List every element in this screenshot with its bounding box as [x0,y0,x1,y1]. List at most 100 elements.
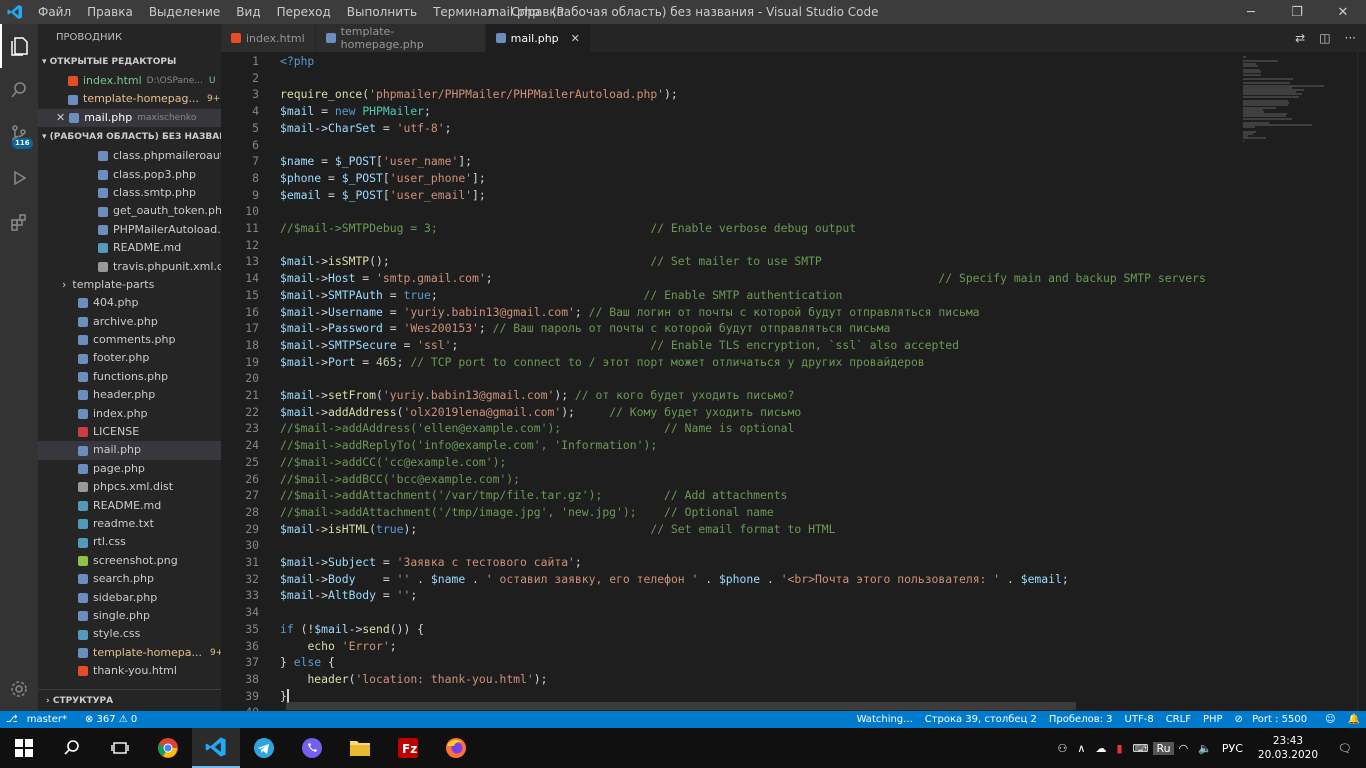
filezilla-icon[interactable]: Fz [384,728,432,768]
file-item[interactable]: screenshot.png [38,552,221,570]
workspace-header[interactable]: ▾ (РАБОЧАЯ ОБЛАСТЬ) БЕЗ НАЗВАН... [38,127,221,147]
explorer-icon[interactable] [0,24,38,68]
people-icon[interactable]: ⚇ [1053,742,1073,755]
file-item[interactable]: index.php [38,405,221,423]
more-actions-icon[interactable]: ··· [1345,31,1356,45]
file-item[interactable]: rtl.css [38,533,221,551]
wifi-icon[interactable]: ◠ [1174,742,1194,755]
file-item[interactable]: header.php [38,386,221,404]
file-item[interactable]: class.pop3.php [38,166,221,184]
encoding[interactable]: UTF-8 [1119,714,1160,725]
tab-mail-php[interactable]: mail.php ✕ [485,24,591,52]
file-item[interactable]: archive.php [38,313,221,331]
chrome-icon[interactable] [144,728,192,768]
language-mode[interactable]: PHP [1197,714,1229,725]
file-item[interactable]: single.php [38,607,221,625]
indentation[interactable]: Пробелов: 3 [1043,714,1119,725]
run-debug-icon[interactable] [0,156,38,200]
file-item[interactable]: mail.php [38,441,221,460]
horizontal-scrollbar[interactable] [286,702,1076,710]
code-line: 19 $mail->Port = 465; // TCP port to conn… [221,354,1235,371]
close-editor-icon[interactable]: ✕ [56,109,65,127]
file-item[interactable]: LICENSE [38,423,221,441]
volume-icon[interactable]: 🔈 [1193,742,1217,755]
menu-run[interactable]: Выполнить [339,0,425,24]
file-item[interactable]: comments.php [38,331,221,349]
folder-item[interactable]: › template-parts [38,276,221,294]
feedback-icon[interactable]: ☺ [1319,714,1341,725]
open-editor-item[interactable]: template-homepag... 9+ [38,90,221,108]
telegram-icon[interactable] [240,728,288,768]
minimap-line [1243,137,1267,140]
minimize-button[interactable]: ─ [1228,0,1274,24]
code-editor[interactable]: 1 <?php 2 3 require_once('phpmailer/PHPMaile… [221,52,1235,711]
menu-edit[interactable]: Правка [79,0,141,24]
file-item[interactable]: travis.phpunit.xml.dist [38,258,221,276]
file-item[interactable]: class.smtp.php [38,184,221,202]
line-number: 4 [252,104,259,119]
file-item[interactable]: functions.php [38,368,221,386]
vscode-taskbar-icon[interactable] [192,728,240,768]
branch-indicator[interactable]: ⎇ master* [0,714,79,725]
file-item[interactable]: readme.txt [38,515,221,533]
outline-header[interactable]: › СТРУКТУРА [38,689,221,711]
file-item[interactable]: PHPMailerAutoload.php [38,221,221,239]
file-item[interactable]: style.css [38,625,221,643]
open-editors-header[interactable]: ▾ ОТКРЫТЫЕ РЕДАКТОРЫ [38,52,221,72]
code-line: 35 if (!$mail->send()) { [221,621,1235,638]
menu-terminal[interactable]: Терминал [425,0,503,24]
file-item[interactable]: class.phpmaileroauthgo... [38,147,221,165]
watching-indicator[interactable]: Watching... [851,714,919,725]
source-control-icon[interactable]: 116 [0,112,38,156]
file-item[interactable]: phpcs.xml.dist [38,478,221,496]
settings-gear-icon[interactable] [0,667,38,711]
search-icon[interactable] [48,728,96,768]
start-button-icon[interactable] [0,728,48,768]
vertical-scrollbar[interactable] [1357,52,1366,711]
file-item[interactable]: footer.php [38,349,221,367]
maximize-button[interactable]: ❐ [1274,0,1320,24]
close-button[interactable]: ✕ [1320,0,1366,24]
menu-help[interactable]: Справка [503,0,572,24]
compare-icon[interactable]: ⇄ [1295,31,1305,45]
firefox-icon[interactable] [432,728,480,768]
file-item[interactable]: README.md [38,497,221,515]
action-center-icon[interactable]: 🗨 [1328,742,1366,755]
input-indicator[interactable]: Ru [1153,741,1174,755]
menu-selection[interactable]: Выделение [141,0,228,24]
extensions-icon[interactable] [0,200,38,244]
file-item[interactable]: template-homepa... 9+ [38,644,221,662]
file-item[interactable]: thank-you.html [38,662,221,680]
menu-go[interactable]: Переход [269,0,339,24]
tab-template-homepage[interactable]: template-homepage.php [315,24,486,52]
tab-index-html[interactable]: index.html [221,24,316,52]
onedrive-icon[interactable]: ☁ [1090,742,1111,755]
search-icon[interactable] [0,68,38,112]
file-item[interactable]: get_oauth_token.php [38,202,221,220]
close-tab-icon[interactable]: ✕ [571,32,580,45]
notifications-icon[interactable]: 🔔 [1342,714,1366,725]
task-view-icon[interactable] [96,728,144,768]
open-editor-item[interactable]: index.html D:\OSPane... U [38,72,221,90]
clock[interactable]: 23:43 20.03.2020 [1248,734,1328,762]
split-editor-icon[interactable]: ◫ [1319,31,1330,45]
open-editor-item-active[interactable]: ✕ mail.php maxischenko [38,108,221,128]
file-explorer-icon[interactable] [336,728,384,768]
problems-indicator[interactable]: ⊗ 367 ⚠ 0 [79,714,143,725]
file-item[interactable]: README.md [38,239,221,257]
battery-icon[interactable]: ▮ [1111,742,1127,755]
menu-file[interactable]: Файл [30,0,79,24]
live-server-port[interactable]: ⊘ Port : 5500 [1229,714,1320,725]
file-item[interactable]: search.php [38,570,221,588]
menu-view[interactable]: Вид [228,0,268,24]
show-hidden-icons-icon[interactable]: ∧ [1072,742,1090,755]
keyboard-icon[interactable]: ⌨ [1128,742,1154,755]
cursor-position[interactable]: Строка 39, столбец 2 [919,714,1043,725]
end-of-line[interactable]: CRLF [1160,714,1197,725]
language-indicator[interactable]: РУС [1217,742,1248,755]
viber-icon[interactable] [288,728,336,768]
minimap[interactable] [1235,52,1357,711]
file-item[interactable]: sidebar.php [38,589,221,607]
file-item[interactable]: 404.php [38,294,221,312]
file-item[interactable]: page.php [38,460,221,478]
